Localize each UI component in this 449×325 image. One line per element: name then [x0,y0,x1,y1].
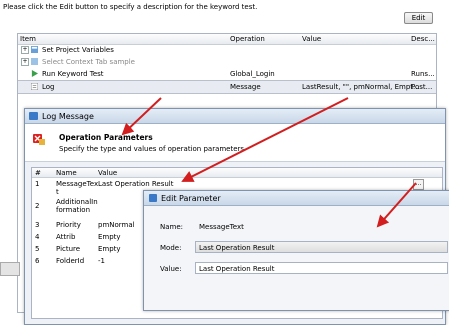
row-operation: Global_Login [230,70,275,78]
column-header-name[interactable]: Name [56,169,77,177]
param-name: FolderId [56,257,85,265]
param-number: 2 [35,202,40,210]
ellipsis-button[interactable]: ... [413,179,424,190]
row-value: LastResult, "", pmNormal, Empt... [302,83,420,91]
row-item: Set Project Variables [42,46,114,54]
param-name: MessageTex t [56,180,99,196]
param-name: Picture [56,245,81,253]
param-name: Attrib [56,233,76,241]
parameters-header: # Name Value [32,168,442,178]
row-item: Run Keyword Test [42,70,104,78]
param-number: 6 [35,257,40,265]
name-label: Name: [160,223,184,231]
column-header-number[interactable]: # [35,169,41,177]
log-message-icon [29,112,38,120]
edit-parameter-dialog: Edit Parameter Name: MessageText Mode: L… [143,190,449,311]
column-header-description[interactable]: Desc... [411,35,435,43]
mode-selected-value: Last Operation Result [199,244,275,252]
mode-dropdown[interactable]: Last Operation Result [195,241,448,253]
param-number: 4 [35,233,40,241]
dialog-title: Edit Parameter [161,194,221,203]
param-value[interactable]: pmNormal [98,221,135,229]
column-header-value[interactable]: Value [302,35,321,43]
row-item: Select Context Tab sample [42,58,135,66]
param-value[interactable]: Last Operation Result [98,180,174,188]
dialog-title-bar[interactable]: Log Message [25,109,445,124]
tab-icon [31,58,38,65]
log-icon [31,83,38,90]
operation-parameters-title: Operation Parameters [59,133,153,142]
description-hint: Please click the Edit button to specify … [3,3,258,11]
error-icon [33,134,45,145]
param-name: Priority [56,221,81,229]
name-value: MessageText [199,223,244,231]
param-name: AdditionalIn formation [56,198,98,214]
param-number: 3 [35,221,40,229]
operation-parameters-subtitle: Specify the type and values of operation… [59,145,245,153]
row-operation: Message [230,83,261,91]
edit-button[interactable]: Edit [404,12,433,24]
value-field[interactable]: Last Operation Result [195,262,448,274]
run-test-icon [31,70,38,77]
toolbar-strip [0,262,20,276]
grid-row-selected[interactable]: Log Message LastResult, "", pmNormal, Em… [18,80,436,94]
dialog-title: Log Message [42,112,94,121]
row-description: Runs... [411,70,435,78]
grid-row[interactable]: Run Keyword Test Global_Login Runs... [18,68,436,80]
operation-parameters-header [25,124,445,162]
param-value[interactable]: Empty [98,245,121,253]
value-label: Value: [160,265,182,273]
column-header-operation[interactable]: Operation [230,35,265,43]
column-header-item[interactable]: Item [20,35,36,43]
value-field-text: Last Operation Result [199,265,275,273]
edit-parameter-icon [149,194,157,202]
expand-icon[interactable]: + [21,58,29,66]
expand-icon[interactable]: + [21,46,29,54]
param-number: 1 [35,180,40,188]
mode-label: Mode: [160,244,182,252]
grid-row[interactable]: + Select Context Tab sample [18,56,436,68]
row-item: Log [42,83,55,91]
param-value[interactable]: -1 [98,257,105,265]
dialog-title-bar[interactable]: Edit Parameter [144,191,449,206]
param-number: 5 [35,245,40,253]
grid-row[interactable]: + Set Project Variables [18,44,436,56]
param-value[interactable]: Empty [98,233,121,241]
row-description: Post... [411,83,433,91]
column-header-value[interactable]: Value [98,169,117,177]
variables-icon [31,46,38,53]
